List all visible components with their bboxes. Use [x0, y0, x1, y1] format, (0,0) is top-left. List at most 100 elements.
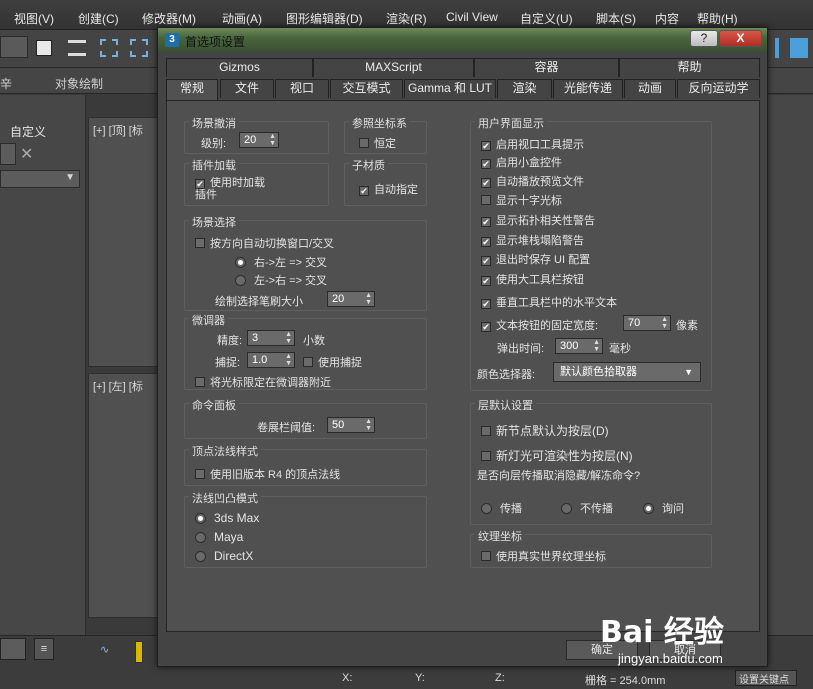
- menu-graph-editors[interactable]: 图形编辑器(D): [286, 10, 363, 27]
- left-right-radio[interactable]: 左->右 => 交叉: [235, 272, 327, 288]
- bump-maya-radio[interactable]: Maya: [195, 530, 243, 544]
- scene-selection-group: 场景选择 按方向自动切换窗口/交叉 右->左 => 交叉 左->右 => 交叉 …: [184, 214, 427, 311]
- menu-customize[interactable]: 自定义(U): [520, 10, 573, 27]
- bump-directx-radio[interactable]: DirectX: [195, 549, 253, 563]
- tab-help[interactable]: 帮助: [619, 58, 760, 77]
- check-icon: ✔: [481, 276, 491, 286]
- tab-viewports[interactable]: 视口: [275, 79, 329, 98]
- vertex-normal-group: 顶点法线样式 使用旧版本 R4 的顶点法线: [184, 443, 427, 486]
- crosshair-cursor-checkbox[interactable]: 显示十字光标: [481, 192, 562, 208]
- close-button[interactable]: X: [719, 30, 762, 47]
- tab-animation[interactable]: 动画: [624, 79, 676, 98]
- auto-assign-checkbox[interactable]: ✔ 自动指定: [359, 181, 418, 197]
- no-propagate-radio[interactable]: 不传播: [561, 500, 613, 516]
- stack-collapse-warning-checkbox[interactable]: ✔ 显示堆栈塌陷警告: [481, 232, 584, 248]
- script-listener-box[interactable]: [0, 638, 26, 660]
- fixed-width-checkbox[interactable]: ✔ 文本按钮的固定宽度:: [481, 317, 598, 333]
- ask-radio[interactable]: 询问: [643, 500, 684, 516]
- small-box-controls-checkbox[interactable]: ✔ 启用小盒控件: [481, 154, 562, 170]
- time-slider-handle[interactable]: [135, 641, 143, 663]
- wrap-cursor-checkbox[interactable]: 将光标限定在微调器附近: [195, 374, 331, 390]
- set-key-button[interactable]: 设置关键点: [735, 670, 797, 686]
- layer-defaults-group: 层默认设置 新节点默认为按层(D) 新灯光可渲染性为按层(N) 是否向层传播取消…: [470, 397, 712, 525]
- paint-brush-size-spinner[interactable]: 20 ▲ ▼: [327, 291, 375, 307]
- watermark-url: jingyan.baidu.com: [618, 651, 723, 666]
- right-left-radio[interactable]: 右->左 => 交叉: [235, 254, 327, 270]
- help-button[interactable]: ?: [690, 30, 718, 47]
- window-crossing-icon[interactable]: [130, 39, 148, 57]
- menu-scripting[interactable]: 脚本(S): [596, 10, 636, 27]
- menu-help[interactable]: 帮助(H): [697, 10, 738, 27]
- search-input[interactable]: [0, 143, 16, 165]
- coord-x-label: X:: [342, 672, 353, 684]
- check-icon: ✔: [481, 322, 491, 332]
- viewport-tooltips-checkbox[interactable]: ✔ 启用视口工具提示: [481, 136, 584, 152]
- load-on-use-checkbox[interactable]: ✔ 使用时加载插件: [195, 177, 275, 201]
- viewport-left-label[interactable]: [+] [左] [标: [93, 378, 143, 394]
- preference-settings-dialog: 3 首选项设置 ? X Gizmos MAXScript 容器 帮助 常规 文件…: [157, 27, 768, 667]
- horizontal-text-checkbox[interactable]: ✔ 垂直工具栏中的水平文本: [481, 294, 617, 310]
- topology-warning-checkbox[interactable]: ✔ 显示拓扑相关性警告: [481, 212, 595, 228]
- flyout-time-spinner[interactable]: 300 ▲ ▼: [555, 338, 603, 354]
- layers-icon[interactable]: ≡: [34, 638, 54, 660]
- group-title: 插件加载: [189, 157, 239, 173]
- save-ui-on-exit-checkbox[interactable]: ✔ 退出时保存 UI 配置: [481, 251, 590, 267]
- toolbar-icon[interactable]: [790, 38, 808, 58]
- select-by-name-icon[interactable]: [68, 40, 86, 56]
- autoplay-preview-checkbox[interactable]: ✔ 自动播放预览文件: [481, 173, 584, 189]
- menu-content[interactable]: 内容: [655, 10, 679, 27]
- tab-rendering[interactable]: 渲染: [497, 79, 552, 98]
- tab-gizmos[interactable]: Gizmos: [166, 58, 313, 77]
- tab-general[interactable]: 常规: [166, 79, 218, 100]
- menu-civil-view[interactable]: Civil View: [446, 10, 498, 24]
- viewport-left[interactable]: [+] [左] [标: [88, 373, 158, 618]
- tab-maxscript[interactable]: MAXScript: [313, 58, 474, 77]
- precision-spinner[interactable]: 3 ▲ ▼: [247, 330, 295, 346]
- viewport-top[interactable]: [+] [顶] [标: [88, 117, 158, 367]
- propagate-radio[interactable]: 传播: [481, 500, 522, 516]
- levels-label: 级别:: [201, 138, 227, 150]
- real-world-coords-checkbox[interactable]: 使用真实世界纹理坐标: [481, 548, 606, 564]
- scene-undo-group: 场景撤消 级别: 20 ▲ ▼: [184, 115, 329, 154]
- chevron-down-icon: ▼: [65, 172, 75, 183]
- group-title: 层默认设置: [475, 397, 536, 413]
- dialog-titlebar[interactable]: 3 首选项设置 ? X: [158, 28, 767, 52]
- tab-gamma-lut[interactable]: Gamma 和 LUT: [404, 79, 496, 98]
- rect-selection-icon[interactable]: [100, 39, 118, 57]
- constant-checkbox[interactable]: 恒定: [359, 135, 396, 151]
- tab-interaction-mode[interactable]: 交互模式: [330, 79, 403, 98]
- ribbon-tab-object-paint[interactable]: 对象绘制: [55, 75, 103, 92]
- new-nodes-bylayer-checkbox[interactable]: 新节点默认为按层(D): [481, 422, 609, 439]
- group-title: 纹理坐标: [475, 528, 525, 544]
- menu-animation[interactable]: 动画(A): [222, 10, 262, 27]
- tab-radiosity[interactable]: 光能传递: [553, 79, 623, 98]
- tab-containers[interactable]: 容器: [474, 58, 619, 77]
- scene-explorer-panel: 自定义 ✕ ▼: [0, 95, 86, 635]
- menu-view[interactable]: 视图(V): [14, 10, 54, 27]
- toolbar-icon[interactable]: [775, 38, 779, 58]
- close-icon[interactable]: ✕: [20, 144, 33, 164]
- large-toolbar-buttons-checkbox[interactable]: ✔ 使用大工具栏按钮: [481, 271, 584, 287]
- ribbon-tab[interactable]: 辛: [0, 75, 12, 92]
- new-lights-bylayer-checkbox[interactable]: 新灯光可渲染性为按层(N): [481, 447, 633, 464]
- selection-set-dropdown[interactable]: [0, 36, 28, 58]
- fixed-width-spinner[interactable]: 70 ▲ ▼: [623, 315, 671, 331]
- use-snap-checkbox[interactable]: 使用捕捉: [303, 354, 362, 370]
- menu-create[interactable]: 创建(C): [78, 10, 119, 27]
- select-object-icon[interactable]: [36, 40, 52, 56]
- legacy-r4-normals-checkbox[interactable]: 使用旧版本 R4 的顶点法线: [195, 466, 340, 482]
- viewport-top-label[interactable]: [+] [顶] [标: [93, 122, 143, 138]
- undo-levels-spinner[interactable]: 20 ▲ ▼: [239, 132, 279, 148]
- auto-window-crossing-checkbox[interactable]: 按方向自动切换窗口/交叉: [195, 235, 334, 251]
- tab-files[interactable]: 文件: [220, 79, 274, 98]
- menu-modifiers[interactable]: 修改器(M): [142, 10, 196, 27]
- bump-3dsmax-radio[interactable]: 3ds Max: [195, 511, 259, 525]
- color-picker-dropdown[interactable]: 默认颜色拾取器 ▼: [553, 362, 701, 382]
- tab-inverse-kinematics[interactable]: 反向运动学: [677, 79, 760, 98]
- group-title: 子材质: [349, 157, 388, 173]
- snap-spinner[interactable]: 1.0 ▲ ▼: [247, 352, 295, 368]
- menu-rendering[interactable]: 渲染(R): [386, 10, 427, 27]
- rollup-threshold-spinner[interactable]: 50 ▲ ▼: [327, 417, 375, 433]
- filter-dropdown[interactable]: ▼: [0, 170, 80, 188]
- curve-editor-icon[interactable]: ∿: [100, 643, 116, 657]
